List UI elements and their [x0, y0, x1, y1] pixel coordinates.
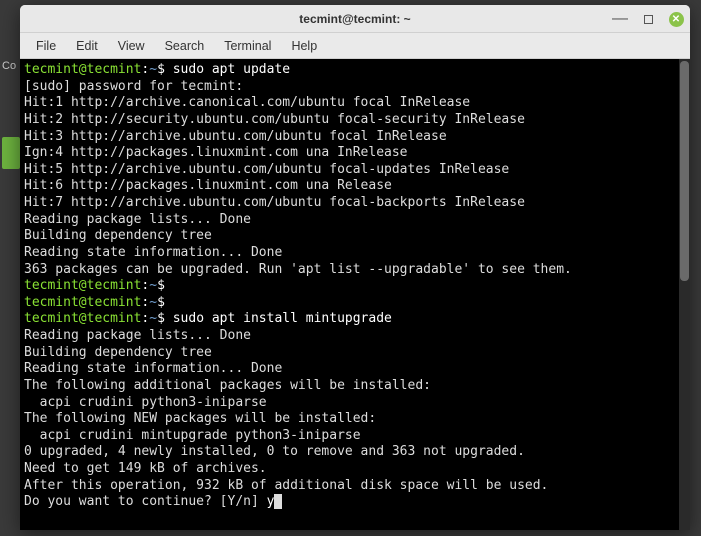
output-line: Reading state information... Done	[24, 361, 686, 378]
output-line: Hit:6 http://packages.linuxmint.com una …	[24, 178, 686, 195]
command-text-2: sudo apt install mintupgrade	[173, 311, 392, 326]
output-line: Reading package lists... Done	[24, 212, 686, 229]
menu-edit[interactable]: Edit	[66, 36, 108, 56]
command-2	[165, 311, 173, 326]
output-line: [sudo] password for tecmint:	[24, 79, 686, 96]
output-line: The following additional packages will b…	[24, 378, 686, 395]
output-line: The following NEW packages will be insta…	[24, 411, 686, 428]
window-controls: — ✕	[612, 5, 684, 33]
close-icon: ✕	[669, 12, 684, 27]
prompt-symbol: $	[157, 278, 165, 293]
output-line: Ign:4 http://packages.linuxmint.com una …	[24, 145, 686, 162]
output-line: Hit:2 http://security.ubuntu.com/ubuntu …	[24, 112, 686, 129]
menubar: File Edit View Search Terminal Help	[20, 33, 690, 59]
prompt-userhost: tecmint@tecmint	[24, 62, 141, 77]
output-line: Hit:7 http://archive.ubuntu.com/ubuntu f…	[24, 195, 686, 212]
output-line: Reading state information... Done	[24, 245, 686, 262]
minimize-button[interactable]: —	[612, 11, 628, 27]
menu-search[interactable]: Search	[155, 36, 215, 56]
titlebar[interactable]: tecmint@tecmint: ~ — ✕	[20, 5, 690, 33]
scrollbar-thumb[interactable]	[680, 61, 689, 281]
output-line: Do you want to continue? [Y/n]	[24, 494, 267, 509]
terminal-window: tecmint@tecmint: ~ — ✕ File Edit View Se…	[20, 5, 690, 530]
prompt-userhost: tecmint@tecmint	[24, 295, 141, 310]
user-input-y: y	[267, 494, 275, 509]
menu-view[interactable]: View	[108, 36, 155, 56]
minimize-icon: —	[612, 17, 628, 21]
prompt-symbol: $	[157, 62, 165, 77]
command-1	[165, 62, 173, 77]
output-line: After this operation, 932 kB of addition…	[24, 478, 686, 495]
prompt-path: ~	[149, 295, 157, 310]
prompt-symbol: $	[157, 295, 165, 310]
terminal-output[interactable]: tecmint@tecmint:~$ sudo apt update[sudo]…	[20, 59, 690, 530]
prompt-symbol: $	[157, 311, 165, 326]
menu-terminal[interactable]: Terminal	[214, 36, 281, 56]
prompt-path: ~	[149, 62, 157, 77]
prompt-userhost: tecmint@tecmint	[24, 278, 141, 293]
output-line: acpi crudini mintupgrade python3-inipars…	[24, 428, 686, 445]
command-text-1: sudo apt update	[173, 62, 290, 77]
desktop-partial-label: Co	[2, 60, 16, 72]
close-button[interactable]: ✕	[668, 11, 684, 27]
window-title: tecmint@tecmint: ~	[299, 12, 410, 26]
output-line: Building dependency tree	[24, 345, 686, 362]
output-line: acpi crudini python3-iniparse	[24, 395, 686, 412]
output-line: Hit:3 http://archive.ubuntu.com/ubuntu f…	[24, 129, 686, 146]
output-line: Hit:1 http://archive.canonical.com/ubunt…	[24, 95, 686, 112]
output-line: Need to get 149 kB of archives.	[24, 461, 686, 478]
maximize-button[interactable]	[640, 11, 656, 27]
output-line: Building dependency tree	[24, 228, 686, 245]
prompt-path: ~	[149, 311, 157, 326]
menu-help[interactable]: Help	[281, 36, 327, 56]
output-line: 363 packages can be upgraded. Run 'apt l…	[24, 262, 686, 279]
output-line: Reading package lists... Done	[24, 328, 686, 345]
menu-file[interactable]: File	[26, 36, 66, 56]
cursor	[274, 494, 282, 509]
prompt-path: ~	[149, 278, 157, 293]
prompt-userhost: tecmint@tecmint	[24, 311, 141, 326]
output-line: 0 upgraded, 4 newly installed, 0 to remo…	[24, 444, 686, 461]
output-line: Hit:5 http://archive.ubuntu.com/ubuntu f…	[24, 162, 686, 179]
desktop-folder-icon	[2, 137, 20, 169]
maximize-icon	[644, 15, 653, 24]
